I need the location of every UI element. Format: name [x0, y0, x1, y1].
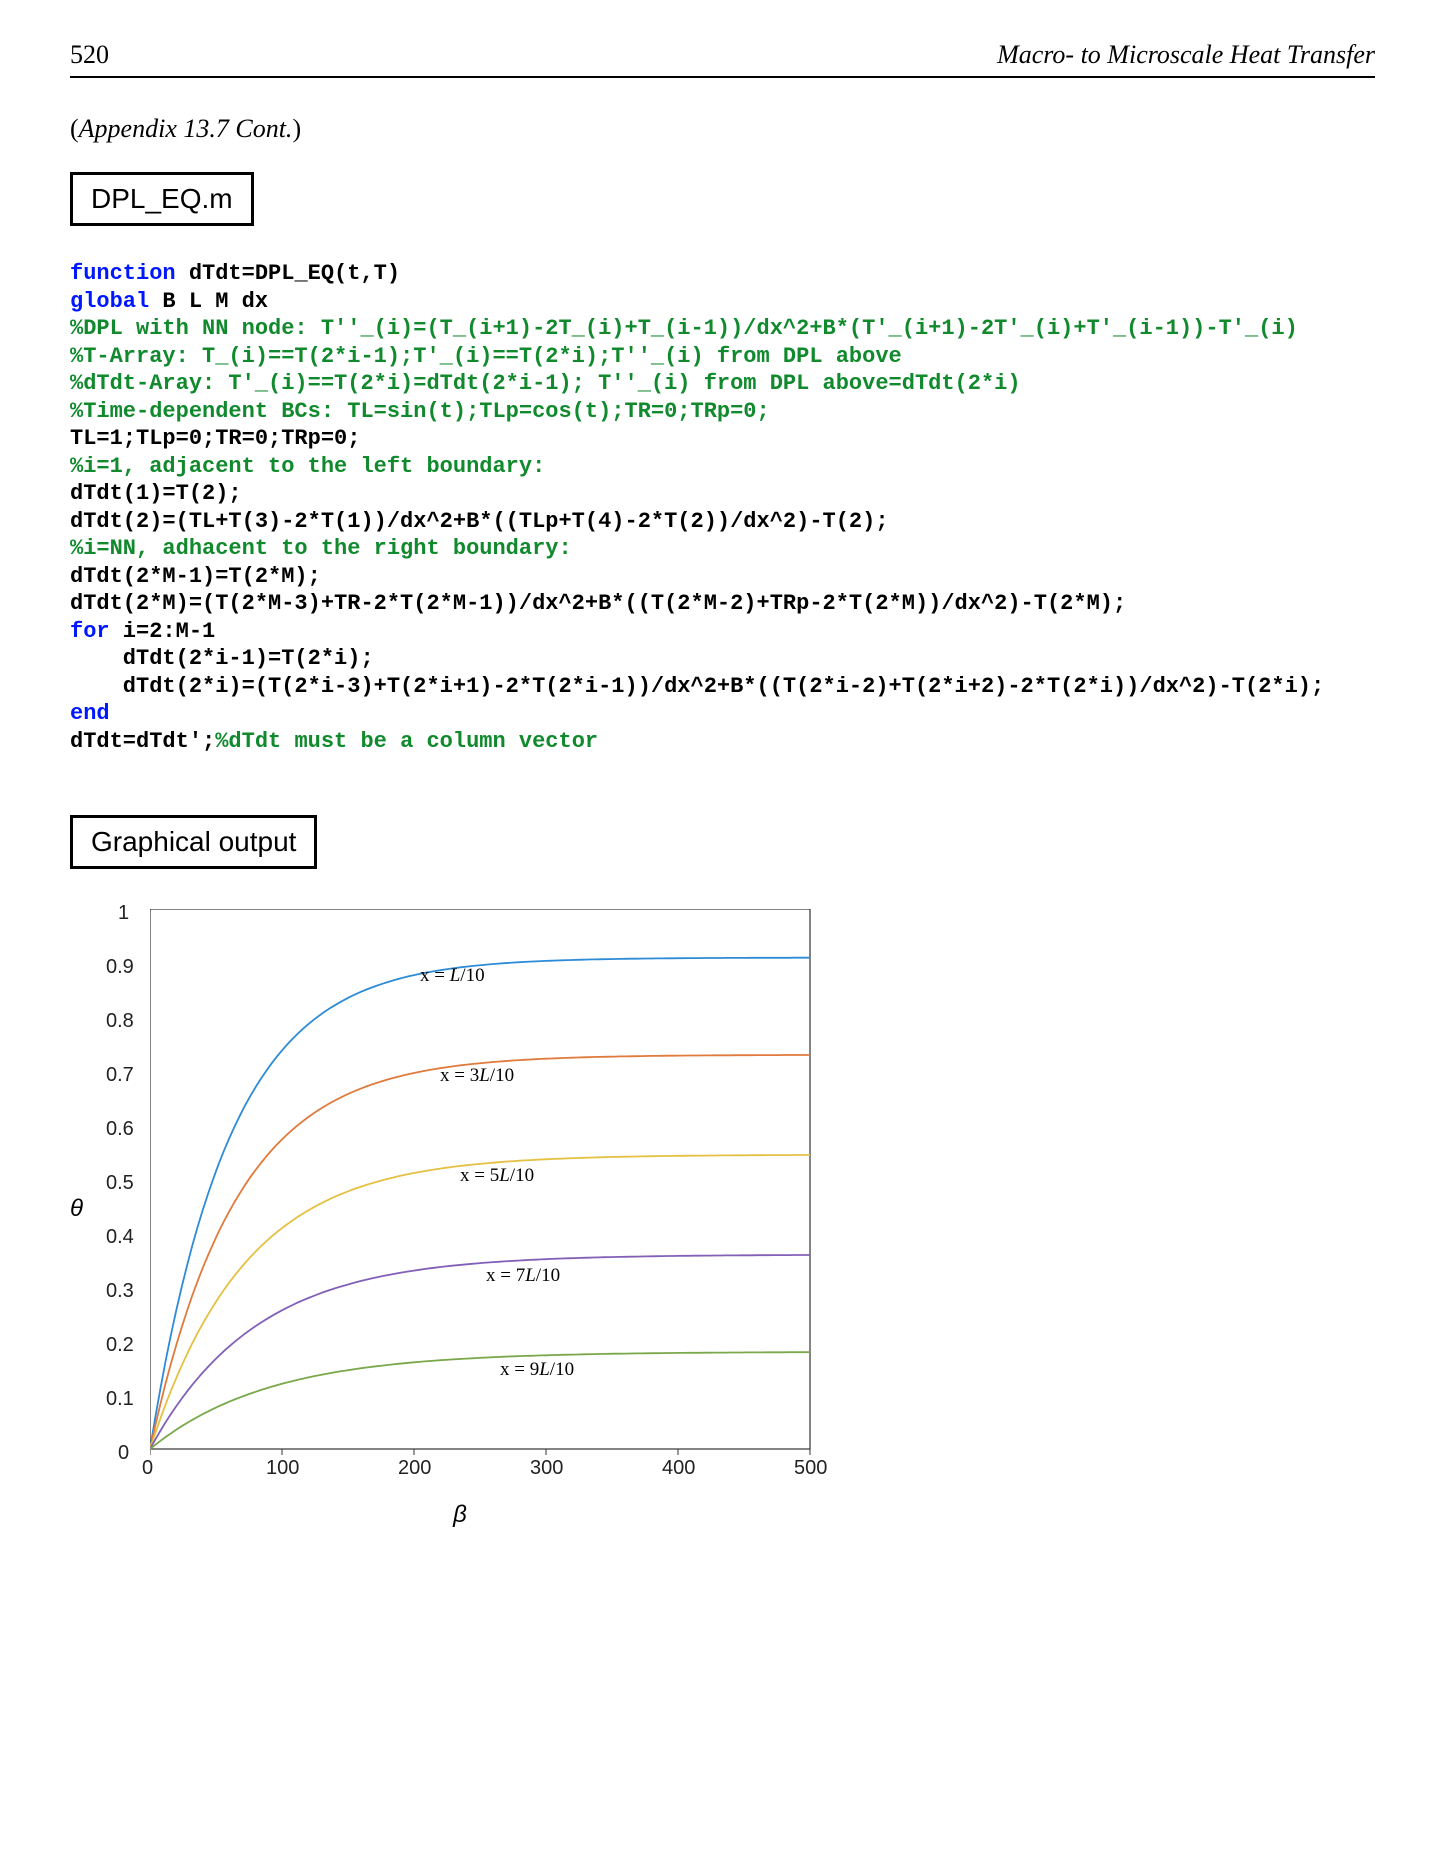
- graphical-output-box: Graphical output: [70, 815, 317, 869]
- series-label-L: L: [525, 1265, 536, 1286]
- chart-xlabel: β: [453, 1501, 467, 1529]
- ytick-label: 0.2: [106, 1334, 134, 1357]
- series-label-5: x = 9L/10: [500, 1359, 574, 1381]
- chart-series-line: [150, 1155, 810, 1449]
- series-label-L: L: [539, 1359, 550, 1380]
- code-text: dTdt(2)=(TL+T(3)-2*T(1))/dx^2+B*((TLp+T(…: [70, 509, 889, 534]
- xtick-label: 0: [142, 1457, 153, 1480]
- chart-ylabel: θ: [70, 1195, 83, 1223]
- code-kw-for: for: [70, 619, 110, 644]
- code-comment: %Time-dependent BCs: TL=sin(t);TLp=cos(t…: [70, 399, 770, 424]
- code-text: dTdt(2*M)=(T(2*M-3)+TR-2*T(2*M-1))/dx^2+…: [70, 591, 1126, 616]
- chart-series-group: [150, 958, 810, 1449]
- series-label-2: x = 3L/10: [440, 1065, 514, 1087]
- code-comment: %dTdt-Aray: T'_(i)==T(2*i)=dTdt(2*i-1); …: [70, 371, 1021, 396]
- ytick-label: 0: [118, 1442, 129, 1465]
- chart-series-line: [150, 958, 810, 1449]
- code-text: TL=1;TLp=0;TR=0;TRp=0;: [70, 426, 360, 451]
- code-text: B L M dx: [149, 289, 268, 314]
- code-comment: %i=NN, adhacent to the right boundary:: [70, 536, 572, 561]
- code-comment: %i=1, adjacent to the left boundary:: [70, 454, 545, 479]
- code-comment: %DPL with NN node: T''_(i)=(T_(i+1)-2T_(…: [70, 316, 1298, 341]
- code-text: dTdt=dTdt';: [70, 729, 215, 754]
- graphical-output-label: Graphical output: [91, 826, 296, 857]
- xtick-label: 200: [398, 1457, 431, 1480]
- code-kw-end: end: [70, 701, 110, 726]
- code-text: dTdt(2*i-1)=T(2*i);: [70, 646, 374, 671]
- filename: DPL_EQ.m: [91, 183, 233, 214]
- code-kw-global: global: [70, 289, 149, 314]
- appendix-continuation: (Appendix 13.7 Cont.): [70, 114, 1375, 144]
- page-header: 520 Macro- to Microscale Heat Transfer: [70, 40, 1375, 78]
- page-number: 520: [70, 40, 109, 70]
- series-label-text: /10: [460, 965, 484, 986]
- xtick-label: 300: [530, 1457, 563, 1480]
- appendix-text: Appendix 13.7 Cont.: [79, 114, 293, 143]
- series-label-text: x =: [420, 965, 450, 986]
- code-block: function dTdt=DPL_EQ(t,T) global B L M d…: [70, 260, 1375, 755]
- chart-svg: [150, 909, 820, 1469]
- ytick-label: 0.7: [106, 1064, 134, 1087]
- xtick-label: 400: [662, 1457, 695, 1480]
- series-label-text: x = 5: [460, 1165, 499, 1186]
- ytick-label: 0.4: [106, 1226, 134, 1249]
- series-label-text: /10: [550, 1359, 574, 1380]
- series-label-text: x = 7: [486, 1265, 525, 1286]
- code-comment: %T-Array: T_(i)==T(2*i-1);T'_(i)==T(2*i)…: [70, 344, 902, 369]
- series-label-1: x = L/10: [420, 965, 485, 987]
- book-title: Macro- to Microscale Heat Transfer: [997, 40, 1375, 70]
- code-text: i=2:M-1: [110, 619, 216, 644]
- series-label-4: x = 7L/10: [486, 1265, 560, 1287]
- ytick-label: 0.6: [106, 1118, 134, 1141]
- paren-close: ): [292, 114, 301, 143]
- code-text: dTdt(1)=T(2);: [70, 481, 242, 506]
- ytick-label: 0.3: [106, 1280, 134, 1303]
- chart-series-line: [150, 1055, 810, 1449]
- series-label-text: /10: [490, 1065, 514, 1086]
- series-label-text: /10: [536, 1265, 560, 1286]
- code-text: dTdt=DPL_EQ(t,T): [176, 261, 400, 286]
- series-label-3: x = 5L/10: [460, 1165, 534, 1187]
- ytick-label: 0.9: [106, 956, 134, 979]
- chart-xticks: [150, 1449, 810, 1455]
- xtick-label: 500: [794, 1457, 827, 1480]
- chart: θ β: [80, 899, 840, 1519]
- ytick-label: 1: [118, 902, 129, 925]
- code-kw-function: function: [70, 261, 176, 286]
- ytick-label: 0.8: [106, 1010, 134, 1033]
- code-comment: %dTdt must be a column vector: [215, 729, 598, 754]
- chart-series-line: [150, 1352, 810, 1449]
- code-text: dTdt(2*M-1)=T(2*M);: [70, 564, 321, 589]
- paren-open: (: [70, 114, 79, 143]
- code-text: dTdt(2*i)=(T(2*i-3)+T(2*i+1)-2*T(2*i-1))…: [70, 674, 1324, 699]
- series-label-L: L: [450, 965, 461, 986]
- ytick-label: 0.5: [106, 1172, 134, 1195]
- series-label-L: L: [499, 1165, 510, 1186]
- series-label-text: x = 9: [500, 1359, 539, 1380]
- series-label-text: x = 3: [440, 1065, 479, 1086]
- xtick-label: 100: [266, 1457, 299, 1480]
- ytick-label: 0.1: [106, 1388, 134, 1411]
- series-label-L: L: [479, 1065, 490, 1086]
- series-label-text: /10: [510, 1165, 534, 1186]
- filename-box: DPL_EQ.m: [70, 172, 254, 226]
